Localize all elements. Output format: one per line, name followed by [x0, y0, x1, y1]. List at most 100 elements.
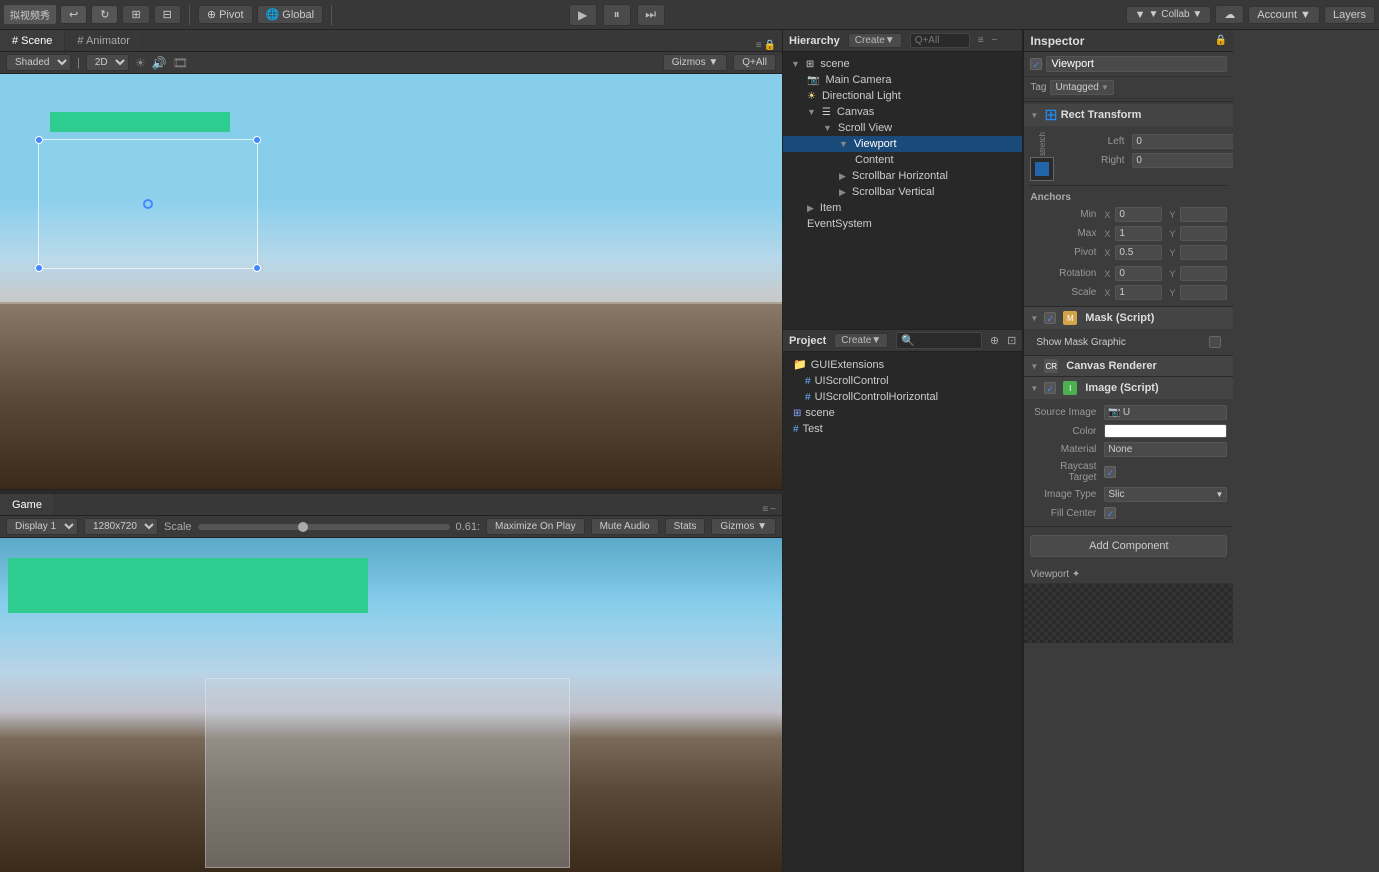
rect-transform-header[interactable]: ▼ ⊞ Rect Transform: [1024, 104, 1233, 126]
screen-btn[interactable]: ⊟: [154, 5, 181, 24]
light-icon: ☀: [807, 91, 816, 102]
pause-button[interactable]: ⏸: [603, 4, 631, 26]
component-name-input[interactable]: [1046, 56, 1227, 72]
image-script-header[interactable]: ▼ I Image (Script): [1024, 377, 1233, 399]
anchor-max-x[interactable]: [1115, 226, 1162, 241]
project-icon1[interactable]: ⊕: [990, 334, 999, 347]
scrollview-label: Scroll View: [838, 122, 892, 134]
raycast-checkbox[interactable]: [1104, 466, 1116, 478]
project-search-input[interactable]: [917, 335, 977, 346]
cloud-button[interactable]: ☁: [1215, 5, 1244, 24]
mask-enable-checkbox[interactable]: [1044, 312, 1056, 324]
game-gizmos-btn[interactable]: Gizmos ▼: [711, 518, 776, 535]
global-btn[interactable]: 🌐 Global: [257, 5, 324, 24]
image-type-dropdown[interactable]: Slic ▼: [1104, 487, 1227, 502]
inspector-lock-icon[interactable]: 🔒: [1215, 35, 1227, 46]
hierarchy-create-btn[interactable]: Create▼: [848, 33, 902, 48]
hierarchy-item-content[interactable]: Content: [783, 152, 1022, 168]
active-checkbox[interactable]: [1030, 58, 1042, 70]
hierarchy-item-directionallight[interactable]: ☀ Directional Light: [783, 88, 1022, 104]
layers-button[interactable]: Layers: [1324, 6, 1375, 24]
dim-select[interactable]: 2D: [86, 54, 129, 71]
hierarchy-menu[interactable]: ≡: [978, 35, 984, 46]
left-input[interactable]: [1132, 134, 1233, 149]
stretch-box[interactable]: [1030, 157, 1054, 181]
hierarchy-panel: Hierarchy Create▼ ≡ − ▼ ⊞ scene 📷 Main C…: [783, 30, 1022, 330]
project-item-scene[interactable]: ⊞ scene: [787, 405, 1018, 421]
handle-top-right[interactable]: [253, 136, 261, 144]
tab-game[interactable]: Game: [0, 494, 55, 515]
hierarchy-item-scrollbarvertical[interactable]: ▶ Scrollbar Vertical: [783, 184, 1022, 200]
play-button[interactable]: ▶: [569, 4, 597, 26]
hierarchy-item-eventsystem[interactable]: EventSystem: [783, 216, 1022, 232]
tag-dropdown[interactable]: Untagged ▼: [1050, 80, 1113, 95]
hierarchy-item-viewport[interactable]: ▼ Viewport: [783, 136, 1022, 152]
undo-btn[interactable]: ↩: [60, 5, 87, 24]
scale-slider[interactable]: [198, 524, 450, 530]
tab-animator[interactable]: # Animator: [65, 30, 143, 51]
stats-btn[interactable]: Stats: [665, 518, 706, 535]
anchor-min-y[interactable]: [1180, 207, 1227, 222]
source-image-field[interactable]: 📷 U: [1104, 405, 1227, 420]
handle-top-left[interactable]: [35, 136, 43, 144]
scale-y[interactable]: [1180, 285, 1227, 300]
fill-center-checkbox[interactable]: [1104, 507, 1116, 519]
mask-script-header[interactable]: ▼ M Mask (Script): [1024, 307, 1233, 329]
project-icon2[interactable]: ⊡: [1007, 334, 1016, 347]
resolution-select[interactable]: 1280x720: [84, 518, 158, 535]
scene-all-btn[interactable]: Q+All: [733, 54, 776, 71]
add-component-button[interactable]: Add Component: [1030, 535, 1227, 557]
pivot-icon: ⊕: [207, 8, 216, 21]
source-image-row: Source Image 📷 U: [1030, 403, 1227, 422]
stretch-pos-row: stretch Left T: [1030, 130, 1227, 183]
game-viewport[interactable]: [0, 538, 782, 872]
project-item-uiscrollcontrol[interactable]: # UIScrollControl: [787, 373, 1018, 389]
collab-button[interactable]: ▼ ▼ Collab ▼: [1126, 6, 1212, 24]
image-enable-checkbox[interactable]: [1044, 382, 1056, 394]
account-button[interactable]: Account ▼: [1248, 6, 1320, 24]
project-item-guiextensions[interactable]: 📁 GUIExtensions: [787, 356, 1018, 373]
anchor-min-x[interactable]: [1115, 207, 1162, 222]
project-item-test[interactable]: # Test: [787, 421, 1018, 437]
scene-viewport[interactable]: [0, 74, 782, 489]
color-swatch[interactable]: [1104, 424, 1227, 438]
shading-select[interactable]: Shaded: [6, 54, 71, 71]
tab-scene[interactable]: # Scene: [0, 30, 65, 51]
anchor-max-y-label: Y: [1169, 229, 1175, 239]
handle-bottom-left[interactable]: [35, 264, 43, 272]
pivot-y[interactable]: [1180, 245, 1227, 260]
scale-x[interactable]: [1115, 285, 1162, 300]
show-mask-checkbox[interactable]: [1209, 336, 1221, 348]
rotation-x[interactable]: [1115, 266, 1162, 281]
material-input[interactable]: [1104, 442, 1227, 457]
rect-select-btn[interactable]: ⊞: [122, 5, 149, 24]
rotation-y[interactable]: [1180, 266, 1227, 281]
step-button[interactable]: ⏭: [637, 4, 665, 26]
right-input[interactable]: [1132, 153, 1233, 168]
hierarchy-item-maincamera[interactable]: 📷 Main Camera: [783, 72, 1022, 88]
project-search-icon: 🔍: [901, 334, 915, 347]
hierarchy-content[interactable]: ▼ ⊞ scene 📷 Main Camera ☀ Directional Li…: [783, 52, 1022, 329]
hierarchy-item-scene[interactable]: ▼ ⊞ scene: [783, 56, 1022, 72]
hierarchy-item-item[interactable]: ▶ Item: [783, 200, 1022, 216]
pivot-btn[interactable]: ⊕ Pivot: [198, 5, 253, 24]
hierarchy-search[interactable]: [910, 33, 970, 48]
project-content[interactable]: 📁 GUIExtensions # UIScrollControl # UISc…: [783, 352, 1022, 872]
viewport-transform-rect[interactable]: [38, 139, 258, 269]
hierarchy-item-scrollview[interactable]: ▼ Scroll View: [783, 120, 1022, 136]
hierarchy-item-scrollbarhorizontal[interactable]: ▶ Scrollbar Horizontal: [783, 168, 1022, 184]
pivot-x-label: X: [1104, 248, 1110, 258]
handle-bottom-right[interactable]: [253, 264, 261, 272]
gizmos-btn[interactable]: Gizmos ▼: [663, 54, 728, 71]
project-create-btn[interactable]: Create▼: [834, 333, 888, 348]
display-select[interactable]: Display 1: [6, 518, 78, 535]
maximize-btn[interactable]: Maximize On Play: [486, 518, 585, 535]
hierarchy-lock[interactable]: −: [992, 35, 998, 46]
hierarchy-item-canvas[interactable]: ▼ ☰ Canvas: [783, 104, 1022, 120]
project-item-uiscrollcontrolhorizontal[interactable]: # UIScrollControlHorizontal: [787, 389, 1018, 405]
mute-btn[interactable]: Mute Audio: [591, 518, 659, 535]
redo-btn[interactable]: ↻: [91, 5, 118, 24]
anchor-max-y[interactable]: [1180, 226, 1227, 241]
pivot-x[interactable]: [1115, 245, 1162, 260]
handle-center[interactable]: [143, 199, 153, 209]
